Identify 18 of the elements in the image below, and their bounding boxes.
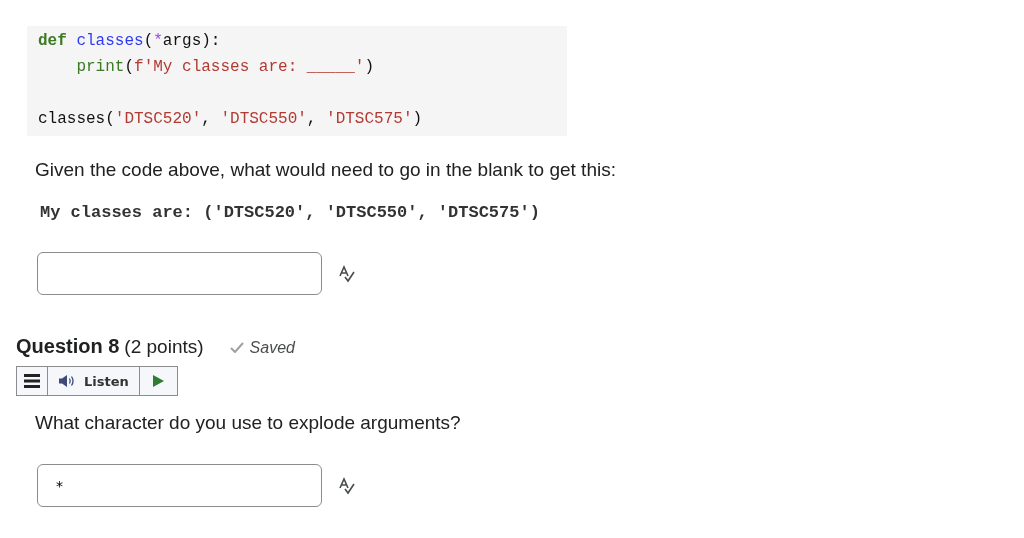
spellcheck-icon[interactable] — [338, 264, 356, 283]
question-text: What character do you use to explode arguments? — [35, 412, 462, 434]
question-text: Given the code above, what would need to go in the blank to get this: — [35, 159, 617, 181]
question-points: (2 points) — [124, 336, 204, 358]
answer-field[interactable]: * — [37, 464, 322, 507]
spellcheck-icon[interactable] — [338, 476, 356, 495]
code-line: classes('DTSC520', 'DTSC550', 'DTSC575') — [38, 109, 423, 130]
saved-status: Saved — [249, 338, 295, 357]
code-line: def classes(*args): — [38, 31, 221, 52]
answer-field[interactable] — [37, 252, 322, 295]
play-icon — [152, 375, 164, 387]
speaker-icon — [58, 374, 76, 388]
listen-button[interactable]: Listen — [48, 367, 140, 395]
check-icon — [229, 342, 244, 353]
question-title: Question 8 — [16, 335, 120, 358]
code-line: print(f'My classes are: _____') — [75, 57, 375, 78]
menu-icon — [24, 374, 40, 388]
code-output: My classes are: ('DTSC520', 'DTSC550', 'DTSC575') — [40, 203, 541, 222]
